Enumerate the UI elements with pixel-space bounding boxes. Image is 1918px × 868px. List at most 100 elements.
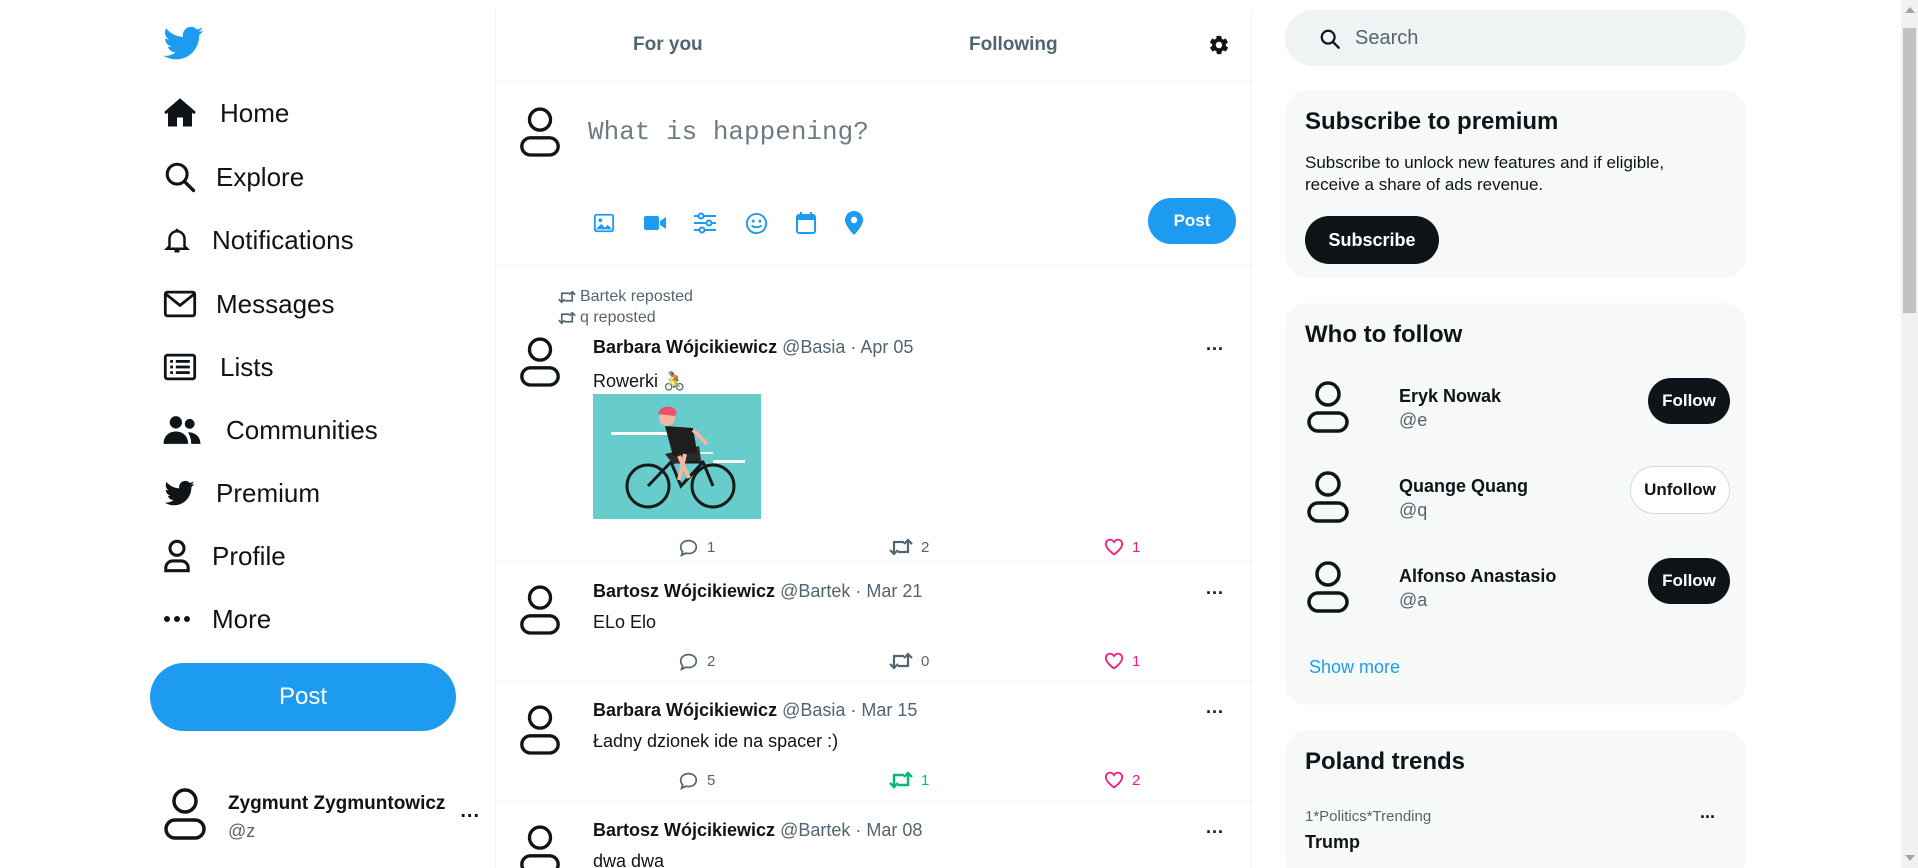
nav-profile[interactable]: Profile <box>162 531 286 581</box>
people-icon <box>162 412 202 448</box>
tweet-author[interactable]: Barbara Wójcikiewicz <box>593 700 777 720</box>
nav-more[interactable]: More <box>162 594 271 644</box>
account-more-icon[interactable]: ... <box>460 800 480 823</box>
nav-lists[interactable]: Lists <box>162 342 273 392</box>
search-input[interactable] <box>1355 20 1725 56</box>
tweet-meta: @Bartek · Mar 21 <box>780 581 923 601</box>
tweet[interactable]: Barbara Wójcikiewicz @Basia · Mar 15 ...… <box>496 682 1253 802</box>
avatar <box>1305 380 1351 441</box>
page-scrollbar[interactable] <box>1901 0 1918 868</box>
gear-icon[interactable] <box>1208 34 1230 56</box>
home-icon <box>162 95 198 131</box>
like-action[interactable]: 1 <box>1104 652 1140 670</box>
nav-premium[interactable]: Premium <box>162 468 320 518</box>
timeline-tabs: For you Following <box>496 10 1253 82</box>
trend-more-icon[interactable]: ... <box>1700 802 1715 823</box>
tweet-meta: @Basia · Mar 15 <box>782 700 918 720</box>
follow-suggestion[interactable]: Eryk Nowak @e Follow <box>1305 376 1730 446</box>
bell-icon <box>162 222 192 258</box>
avatar[interactable] <box>518 704 562 763</box>
tweet[interactable]: Bartosz Wójcikiewicz @Bartek · Mar 21 ..… <box>496 562 1253 682</box>
unfollow-button[interactable]: Unfollow <box>1630 466 1730 514</box>
premium-description: Subscribe to unlock new features and if … <box>1305 153 1665 194</box>
trend-item[interactable]: Trump <box>1305 832 1360 853</box>
account-name: Zygmunt Zygmuntowicz <box>228 792 446 814</box>
tab-following[interactable]: Following <box>969 34 1058 56</box>
heart-icon <box>1104 771 1124 789</box>
tweet[interactable]: Bartek reposted q reposted Barbara Wójci… <box>496 266 1253 562</box>
video-icon[interactable] <box>643 211 667 235</box>
tweet-author[interactable]: Barbara Wójcikiewicz <box>593 337 777 357</box>
suggestion-handle: @e <box>1399 410 1428 430</box>
retweet-action[interactable]: 2 <box>889 538 929 556</box>
like-action[interactable]: 1 <box>1104 538 1140 556</box>
suggestion-handle: @a <box>1399 590 1428 610</box>
list-icon <box>162 349 198 385</box>
account-handle: @z <box>228 820 256 841</box>
tweet-more-icon[interactable]: ... <box>1206 817 1224 838</box>
post-button[interactable]: Post <box>150 663 456 731</box>
like-count: 2 <box>1132 771 1141 789</box>
subscribe-button[interactable]: Subscribe <box>1305 216 1439 264</box>
nav-label: Home <box>220 97 290 128</box>
repost-indicator: q reposted <box>558 309 656 327</box>
follow-suggestion[interactable]: Alfonso Anastasio @a Follow <box>1305 556 1730 626</box>
retweet-count: 0 <box>921 652 930 670</box>
tweet-composer: Post <box>496 82 1253 266</box>
scroll-up-arrow-icon[interactable] <box>1905 7 1915 13</box>
twitter-logo-icon[interactable] <box>162 23 206 63</box>
nav-communities[interactable]: Communities <box>162 405 378 455</box>
trends-title: Poland trends <box>1305 748 1466 775</box>
retweet-action[interactable]: 1 <box>889 771 929 789</box>
sliders-icon[interactable] <box>693 211 717 235</box>
tweet-meta: @Bartek · Mar 08 <box>780 820 923 840</box>
nav-label: More <box>212 603 272 634</box>
search-bar[interactable] <box>1285 10 1746 66</box>
avatar[interactable] <box>518 584 562 643</box>
retweet-action[interactable]: 0 <box>889 652 929 670</box>
follow-button[interactable]: Follow <box>1648 558 1730 604</box>
tweet-image-cyclist[interactable] <box>593 394 761 519</box>
tweet-more-icon[interactable]: ... <box>1206 334 1224 355</box>
nav-home[interactable]: Home <box>162 88 289 138</box>
reply-icon <box>679 653 698 671</box>
tweet-more-icon[interactable]: ... <box>1206 578 1224 599</box>
nav-notifications[interactable]: Notifications <box>162 215 354 265</box>
nav-explore[interactable]: Explore <box>162 152 304 202</box>
reply-action[interactable]: 5 <box>678 771 715 790</box>
scrollbar-thumb[interactable] <box>1903 28 1916 313</box>
tweet-more-icon[interactable]: ... <box>1206 697 1224 718</box>
show-more-link[interactable]: Show more <box>1309 657 1400 678</box>
like-action[interactable]: 2 <box>1104 771 1140 789</box>
nav-messages[interactable]: Messages <box>162 279 335 329</box>
reply-action[interactable]: 2 <box>678 652 715 671</box>
tweet-meta: @Basia · Apr 05 <box>782 337 914 357</box>
reply-action[interactable]: 1 <box>678 538 715 557</box>
compose-post-button[interactable]: Post <box>1148 198 1236 244</box>
tweet-author[interactable]: Bartosz Wójcikiewicz <box>593 581 775 601</box>
image-icon[interactable] <box>592 211 616 235</box>
scroll-down-arrow-icon[interactable] <box>1905 855 1915 861</box>
avatar[interactable] <box>518 824 562 868</box>
follow-button[interactable]: Follow <box>1648 378 1730 424</box>
tweet-author[interactable]: Bartosz Wójcikiewicz <box>593 820 775 840</box>
tab-for-you[interactable]: For you <box>633 34 703 56</box>
follow-suggestion[interactable]: Quange Quang @q Unfollow <box>1305 466 1730 536</box>
envelope-icon <box>162 286 198 322</box>
tweet-header: Barbara Wójcikiewicz @Basia · Mar 15 <box>593 700 917 721</box>
location-pin-icon[interactable] <box>842 211 866 235</box>
tweet-header: Barbara Wójcikiewicz @Basia · Apr 05 <box>593 337 913 358</box>
nav-label: Premium <box>216 477 321 508</box>
compose-input[interactable] <box>588 112 1148 152</box>
calendar-icon[interactable] <box>794 211 818 235</box>
suggestion-handle: @q <box>1399 500 1428 520</box>
account-switcher[interactable]: Zygmunt Zygmuntowicz @z ... <box>162 782 482 852</box>
like-count: 1 <box>1132 652 1141 670</box>
retweet-icon <box>889 538 913 556</box>
reply-count: 5 <box>707 772 716 789</box>
tweet-text: dwa dwa <box>593 851 665 868</box>
avatar[interactable] <box>518 336 562 395</box>
tweet[interactable]: Bartosz Wójcikiewicz @Bartek · Mar 08 ..… <box>496 802 1253 868</box>
emoji-icon[interactable] <box>744 211 768 235</box>
suggestion-name: Eryk Nowak <box>1399 386 1502 406</box>
